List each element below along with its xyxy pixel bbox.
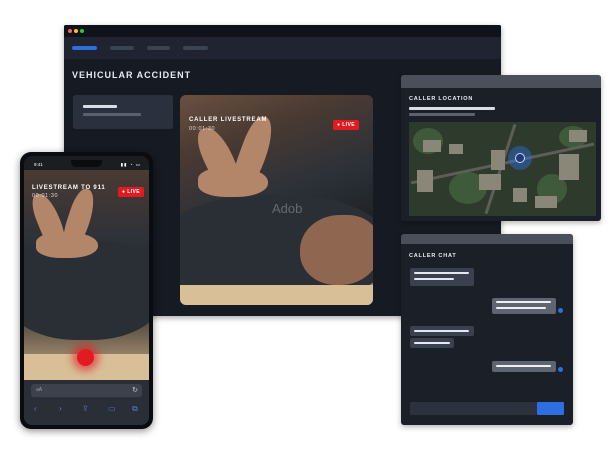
livestream-timer: 00:01:30 — [189, 126, 216, 132]
back-icon[interactable]: ‹ — [34, 404, 37, 413]
page-title: VEHICULAR ACCIDENT — [72, 70, 192, 80]
close-window-button[interactable] — [68, 29, 72, 33]
live-badge-text: LIVE — [342, 122, 355, 128]
reload-icon[interactable]: ↻ — [132, 386, 138, 394]
phone-live-badge: ● LIVE — [118, 187, 144, 197]
caller-chat-title: CALLER CHAT — [409, 253, 457, 259]
window-titlebar — [64, 25, 501, 37]
panel-header-strip — [401, 234, 573, 244]
message-line — [414, 330, 469, 332]
map-building — [417, 170, 433, 192]
nav-tab-3[interactable] — [147, 46, 170, 50]
minimize-window-button[interactable] — [74, 29, 78, 33]
nav-tab-active[interactable] — [72, 46, 97, 50]
rescuer-hands — [198, 167, 268, 197]
location-pin-icon — [515, 153, 525, 163]
chat-message-outgoing — [492, 361, 556, 372]
phone-screen: 9:41 ▮▮ ◔ ▭ LIVESTREAM TO 911 00:01:30 ●… — [24, 156, 149, 425]
map-building — [569, 130, 587, 142]
forward-icon[interactable]: › — [59, 404, 62, 413]
map-building — [479, 174, 501, 190]
send-message-button[interactable] — [537, 402, 564, 415]
message-line — [496, 301, 551, 303]
caller-location-title: CALLER LOCATION — [409, 96, 474, 102]
phone-live-badge-text: LIVE — [127, 189, 140, 195]
info-card-detail-line — [83, 113, 141, 116]
status-bar-icons: ▮▮ ◔ ▭ — [120, 162, 141, 167]
stock-watermark: Adob — [272, 201, 303, 216]
read-receipt-icon — [558, 308, 563, 313]
tabs-icon[interactable]: ⧉ — [132, 404, 138, 414]
sand-ground — [180, 285, 373, 305]
share-icon[interactable]: ⇪ — [82, 404, 89, 413]
message-line — [496, 307, 546, 309]
chat-message-incoming — [410, 338, 454, 348]
address-bar[interactable]: aA ↻ — [31, 384, 142, 397]
map-building — [449, 144, 463, 154]
satellite-map[interactable] — [409, 122, 596, 216]
message-line — [496, 365, 551, 367]
caller-chat-panel: CALLER CHAT — [401, 234, 573, 425]
chat-message-incoming — [410, 326, 474, 336]
map-building — [513, 188, 527, 202]
map-building — [423, 140, 441, 152]
phone-notch — [71, 160, 102, 167]
message-line — [414, 342, 450, 344]
livestream-label: CALLER LIVESTREAM — [189, 117, 268, 123]
address-subline — [409, 113, 475, 116]
nav-tab-4[interactable] — [183, 46, 208, 50]
panel-header-strip — [401, 75, 601, 88]
bookmarks-icon[interactable]: ▭ — [108, 404, 116, 413]
caller-livestream-video[interactable]: Adob CALLER LIVESTREAM 00:01:30 ● LIVE — [180, 95, 373, 305]
browser-toolbar: aA ↻ ‹ › ⇪ ▭ ⧉ — [24, 380, 149, 425]
map-building — [535, 196, 557, 208]
maximize-window-button[interactable] — [80, 29, 84, 33]
address-line — [409, 107, 495, 110]
map-building — [559, 154, 579, 180]
message-line — [414, 278, 454, 280]
read-receipt-icon — [558, 367, 563, 372]
caller-location-panel: CALLER LOCATION — [401, 75, 601, 221]
livestream-to-911-label: LIVESTREAM TO 911 — [32, 185, 106, 191]
text-size-icon[interactable]: aA — [36, 387, 42, 393]
patient-head — [300, 215, 373, 285]
rescuer-hands — [36, 232, 98, 258]
phone-stream-timer: 00:01:30 — [32, 193, 59, 199]
chat-message-incoming — [410, 268, 474, 286]
info-card-title-line — [83, 105, 117, 108]
record-stop-button[interactable] — [77, 349, 94, 366]
chat-message-input[interactable] — [410, 402, 537, 415]
top-nav — [64, 37, 501, 59]
nav-tab-2[interactable] — [110, 46, 134, 50]
live-badge: ● LIVE — [333, 120, 359, 130]
status-bar-time: 9:41 — [34, 162, 43, 167]
message-line — [414, 272, 469, 274]
incident-info-card[interactable] — [73, 95, 173, 129]
caller-location-pin[interactable] — [508, 146, 532, 170]
chat-message-outgoing — [492, 298, 556, 314]
map-building — [491, 150, 505, 170]
caller-phone: 9:41 ▮▮ ◔ ▭ LIVESTREAM TO 911 00:01:30 ●… — [20, 152, 153, 429]
